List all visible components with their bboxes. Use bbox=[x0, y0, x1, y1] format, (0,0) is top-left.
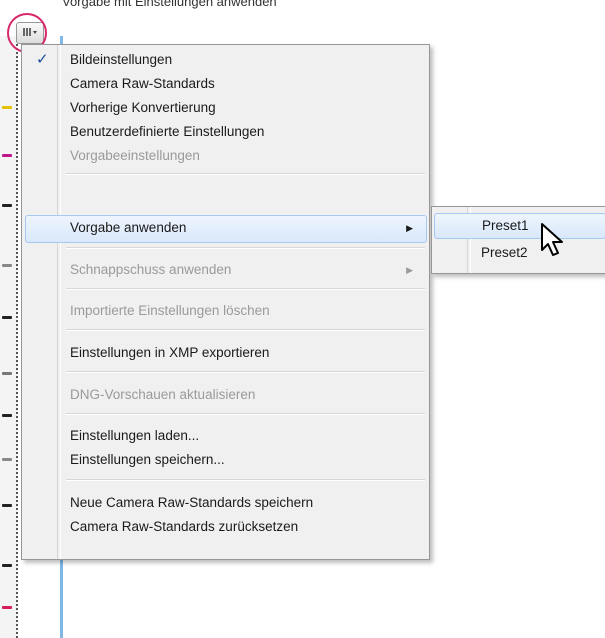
menu-item-label: Neue Camera Raw-Standards speichern bbox=[70, 495, 314, 510]
menu-item-benutzerdefinierte-einstellungen[interactable]: Benutzerdefinierte Einstellungen bbox=[24, 120, 427, 144]
ruler-tick bbox=[2, 204, 12, 207]
submenu-item-label: Preset1 bbox=[482, 218, 529, 233]
ruler-tick bbox=[2, 106, 12, 109]
menu-item-vorherige-konvertierung[interactable]: Vorherige Konvertierung bbox=[24, 96, 427, 120]
checkmark-icon: ✓ bbox=[36, 51, 49, 68]
menu-separator bbox=[66, 371, 425, 373]
menu-item-label: Einstellungen in XMP exportieren bbox=[70, 345, 270, 360]
ruler-tick bbox=[2, 264, 12, 267]
menu-item-label: Vorgabe anwenden bbox=[70, 220, 187, 235]
submenu-item-preset1[interactable]: Preset1 bbox=[434, 213, 605, 239]
ruler-tick bbox=[2, 504, 12, 507]
menu-item-label: Benutzerdefinierte Einstellungen bbox=[70, 124, 265, 139]
menu-item-einstellungen-speichern[interactable]: Einstellungen speichern... bbox=[24, 448, 427, 472]
menu-item-dng-vorschauen-aktualisieren: DNG-Vorschauen aktualisieren bbox=[24, 383, 427, 407]
menu-item-neue-camera-raw-standards-speichern[interactable]: Neue Camera Raw-Standards speichern bbox=[24, 491, 427, 515]
ruler-tick bbox=[2, 372, 12, 375]
mouse-cursor-icon bbox=[540, 222, 566, 263]
ruler-tick bbox=[2, 606, 12, 609]
ruler-tick bbox=[2, 414, 12, 417]
menu-separator bbox=[66, 173, 425, 175]
menu-item-label: Vorgabeeinstellungen bbox=[70, 148, 200, 163]
menu-item-camera-raw-standards-zuruecksetzen[interactable]: Camera Raw-Standards zurücksetzen bbox=[24, 515, 427, 539]
submenu-item-preset2[interactable]: Preset2 bbox=[434, 241, 604, 265]
menu-separator bbox=[66, 247, 425, 249]
caption-text: Vorgabe mit Einstellungen anwenden bbox=[62, 0, 277, 9]
preset-submenu: Preset1 Preset2 bbox=[431, 206, 605, 274]
submenu-arrow-icon: ▶ bbox=[406, 223, 413, 233]
menu-item-bildeinstellungen[interactable]: ✓ Bildeinstellungen bbox=[24, 48, 427, 72]
menu-item-vorgabe-anwenden-content[interactable]: Vorgabe anwenden ▶ bbox=[24, 216, 427, 240]
ruler-tick bbox=[2, 316, 12, 319]
menu-separator bbox=[66, 479, 425, 481]
menu-item-label: Camera Raw-Standards zurücksetzen bbox=[70, 519, 299, 534]
submenu-item-label: Preset2 bbox=[481, 245, 528, 260]
ruler-tick bbox=[2, 564, 12, 567]
menu-item-label: Vorherige Konvertierung bbox=[70, 100, 216, 115]
menu-item-importierte-einstellungen-loeschen: Importierte Einstellungen löschen bbox=[24, 299, 427, 323]
menu-item-label: Camera Raw-Standards bbox=[70, 76, 215, 91]
ruler-tick bbox=[2, 458, 12, 461]
menu-item-vorgabeeinstellungen: Vorgabeeinstellungen bbox=[24, 144, 427, 168]
left-ruler bbox=[0, 36, 18, 638]
menu-separator bbox=[66, 288, 425, 290]
menu-item-schnappschuss-anwenden: Schnappschuss anwenden ▶ bbox=[24, 258, 427, 282]
menu-item-einstellungen-xmp-exportieren[interactable]: Einstellungen in XMP exportieren bbox=[24, 341, 427, 365]
menu-item-label: Importierte Einstellungen löschen bbox=[70, 303, 270, 318]
menu-item-einstellungen-laden[interactable]: Einstellungen laden... bbox=[24, 424, 427, 448]
ruler-tick bbox=[2, 154, 12, 157]
menu-separator bbox=[66, 413, 425, 415]
menu-separator bbox=[66, 329, 425, 331]
context-menu: ✓ Bildeinstellungen Camera Raw-Standards… bbox=[21, 44, 430, 560]
menu-item-label: Schnappschuss anwenden bbox=[70, 262, 232, 277]
menu-item-label: Einstellungen laden... bbox=[70, 428, 200, 443]
menu-item-label: Einstellungen speichern... bbox=[70, 452, 225, 467]
submenu-arrow-icon: ▶ bbox=[406, 265, 413, 275]
menu-item-label: Bildeinstellungen bbox=[70, 52, 173, 67]
menu-item-label: DNG-Vorschauen aktualisieren bbox=[70, 387, 256, 402]
menu-item-camera-raw-standards[interactable]: Camera Raw-Standards bbox=[24, 72, 427, 96]
